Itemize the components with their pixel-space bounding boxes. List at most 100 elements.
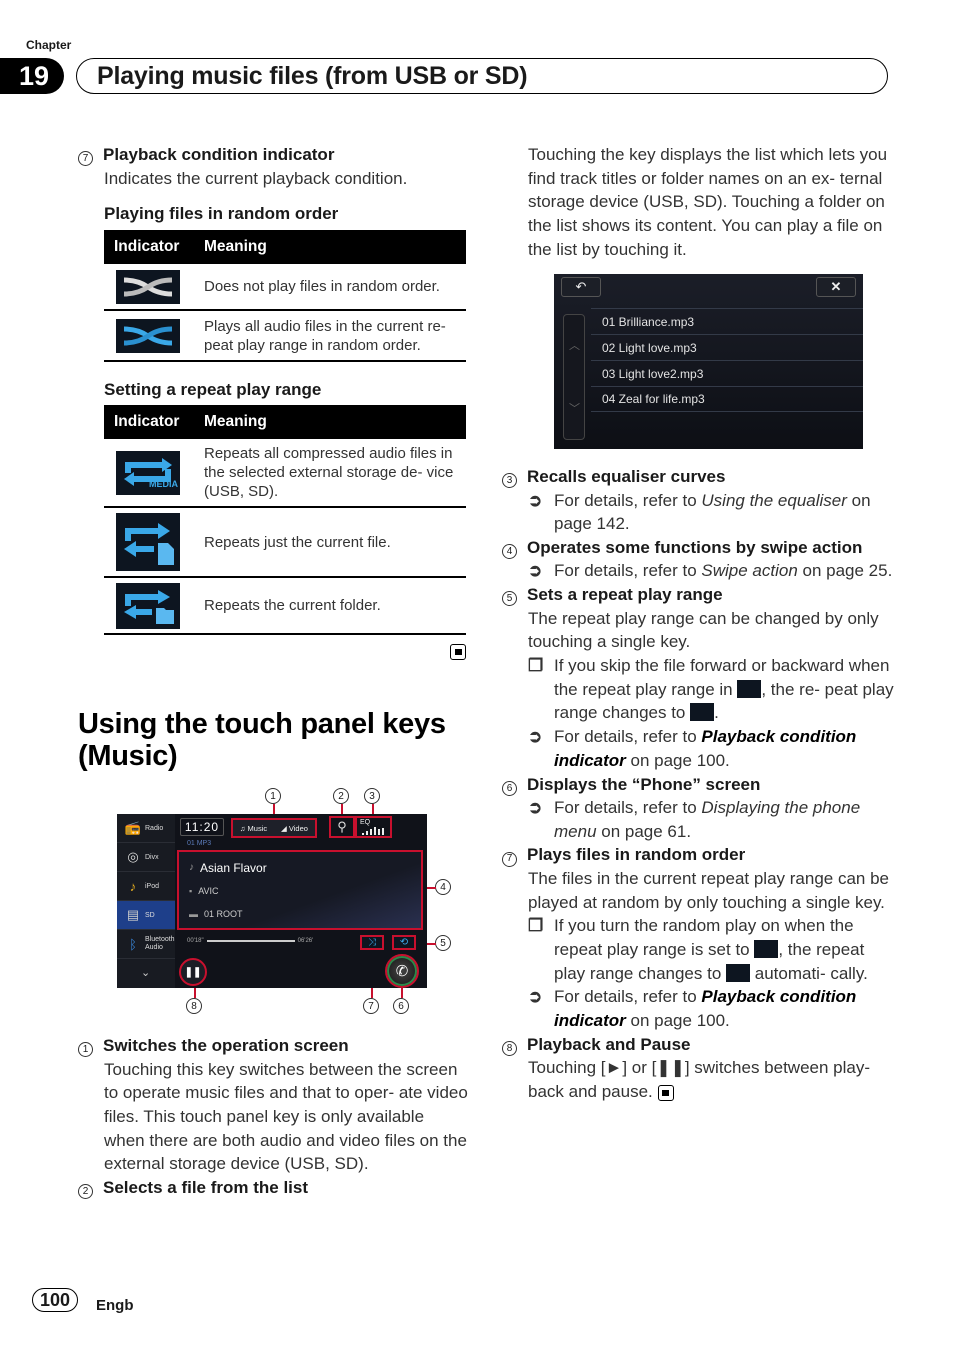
col-indicator: Indicator [104, 230, 194, 265]
back-button[interactable]: ↶ [561, 277, 601, 297]
sidebar-item-sd[interactable]: ▤ SD [117, 901, 175, 930]
checkbox-bullet-icon: ❐ [528, 656, 544, 676]
callout-number: 5 [502, 591, 517, 607]
sidebar-label: iPod [145, 882, 160, 890]
list-scrollbar[interactable]: ︿ ﹀ [563, 314, 585, 440]
item-5-reference: ➲ For details, refer to Playback conditi… [502, 725, 894, 772]
ref-text: on page 100. [625, 750, 730, 770]
ref-text: For details, refer to [554, 561, 702, 581]
ref-link[interactable]: Swipe action [701, 561, 797, 580]
sidebar-label: Radio [145, 824, 164, 832]
item-1-heading: 1 Switches the operation screen [78, 1034, 468, 1058]
item-3-reference: ➲ For details, refer to Using the equali… [502, 489, 894, 536]
person-icon: ▪ [189, 885, 193, 896]
page-number: 100 [32, 1288, 78, 1312]
music-note-icon: ♪ [189, 862, 194, 873]
arrow-bullet-icon: ➲ [528, 727, 543, 747]
list-item[interactable]: 01 Brilliance.mp3 [591, 308, 863, 334]
item-5-description: The repeat play range can be changed by … [528, 608, 879, 652]
elapsed-time: 00'18" [187, 938, 204, 944]
col-meaning: Meaning [194, 230, 466, 265]
callout-1: 1 [265, 788, 281, 804]
ref-text: For details, refer to [554, 727, 702, 747]
col-meaning: Meaning [194, 405, 466, 440]
item-title: Selects a file from the list [103, 1178, 309, 1198]
source-sidebar: 📻 Radio ◎ Divx ♪ iPod ▤ SD ᛒ Bluetooth A… [117, 814, 175, 988]
note-text: . [714, 703, 719, 723]
item-7-description: Indicates the current playback condition… [104, 168, 408, 188]
random-order-table: Indicator Meaning Does not play files in… [104, 230, 466, 363]
eq-label: EQ [360, 819, 371, 826]
item-7r-description: The files in the current repeat play ran… [528, 868, 889, 912]
meaning-cell: Repeats all compressed audio files in th… [194, 439, 466, 509]
meaning-cell: Repeats just the current file. [194, 507, 466, 579]
callout-7: 7 [363, 998, 379, 1014]
item-6-heading: 6 Displays the “Phone” screen [502, 773, 894, 797]
phone-icon: ✆ [395, 963, 409, 980]
chevron-down-icon[interactable]: ﹀ [569, 400, 580, 416]
repeat-folder-icon [690, 703, 715, 722]
arrow-bullet-icon: ➲ [528, 490, 543, 510]
shuffle-button[interactable]: ⤨ [360, 935, 384, 950]
ref-text: For details, refer to [554, 798, 702, 818]
item-title: Recalls equaliser curves [527, 467, 726, 486]
item-4-heading: 4 Operates some functions by swipe actio… [502, 536, 894, 560]
close-icon: ✕ [830, 279, 842, 294]
item-title: Plays files in random order [527, 845, 746, 865]
list-item[interactable]: 04 Zeal for life.mp3 [591, 386, 863, 412]
chevron-up-icon[interactable]: ︿ [569, 337, 580, 353]
phone-button[interactable]: ✆ [385, 954, 419, 988]
checkbox-bullet-icon: ❐ [528, 916, 544, 936]
artist-name: AVIC [198, 885, 219, 896]
total-time: 06'26' [297, 938, 314, 944]
section-heading-line1: Using the touch panel keys [78, 708, 446, 740]
ref-link[interactable]: Using the equaliser [701, 491, 847, 510]
item-7r-reference: ➲ For details, refer to Playback conditi… [502, 985, 894, 1032]
list-item[interactable]: 02 Light love.mp3 [591, 334, 863, 360]
song-title: Asian Flavor [200, 860, 267, 875]
repeat-file-icon [116, 513, 180, 572]
search-button[interactable]: ⚲ [329, 816, 355, 838]
sidebar-item-divx[interactable]: ◎ Divx [117, 843, 175, 872]
eq-bars-icon [362, 827, 384, 835]
back-arrow-icon: ↶ [575, 279, 587, 294]
sd-card-icon: ▤ [126, 907, 140, 922]
sidebar-item-bluetooth-audio[interactable]: ᛒ Bluetooth Audio [117, 930, 175, 959]
eq-button[interactable]: EQ [355, 816, 392, 838]
table-row: MEDIA Repeats all compressed audio files… [104, 439, 466, 509]
repeat-table-heading: Setting a repeat play range [104, 380, 322, 400]
table-row: Does not play files in random order. [104, 264, 466, 312]
list-item[interactable]: 03 Light love2.mp3 [591, 360, 863, 386]
ref-text: on page 100. [625, 1011, 730, 1031]
ref-text: on page 25. [797, 561, 893, 581]
callout-6: 6 [393, 998, 409, 1014]
item-7r-heading: 7 Plays files in random order [502, 843, 894, 867]
note-text: automati- cally. [750, 963, 868, 983]
right-intro: Touching the key displays the list which… [528, 145, 888, 259]
music-note-icon: ♪ [129, 878, 137, 894]
item-2-heading: 2 Selects a file from the list [78, 1176, 468, 1200]
close-button[interactable]: ✕ [816, 277, 856, 297]
pause-button[interactable]: ❚❚ [179, 958, 207, 986]
section-heading-line2: (Music) [78, 740, 178, 772]
video-tab[interactable]: ◢ Video [274, 820, 315, 836]
callout-number: 7 [502, 851, 517, 867]
callout-5: 5 [435, 935, 451, 951]
sidebar-label: Bluetooth Audio [145, 936, 175, 951]
callout-2: 2 [333, 788, 349, 804]
music-tab[interactable]: ♫ Music [233, 820, 274, 836]
radio-icon: 📻 [124, 820, 142, 835]
track-info-panel[interactable]: ♪ Asian Flavor ▪ AVIC ▬ 01 ROOT [177, 850, 423, 930]
sidebar-item-radio[interactable]: 📻 Radio [117, 814, 175, 843]
arrow-bullet-icon: ➲ [528, 798, 543, 818]
progress-bar[interactable]: 00'18" 06'26' [187, 938, 313, 944]
repeat-button[interactable]: ⟲ [392, 935, 416, 950]
callout-number: 6 [502, 780, 517, 796]
sidebar-item-ipod[interactable]: ♪ iPod [117, 872, 175, 901]
item-1-description: Touching this key switches between the s… [104, 1059, 468, 1174]
chevron-down-icon[interactable]: ⌄ [141, 966, 150, 979]
item-4-reference: ➲ For details, refer to Swipe action on … [502, 559, 894, 583]
progress-track [206, 940, 295, 942]
item-3-heading: 3 Recalls equaliser curves [502, 465, 894, 489]
music-video-toggle[interactable]: ♫ Music ◢ Video [231, 818, 317, 838]
